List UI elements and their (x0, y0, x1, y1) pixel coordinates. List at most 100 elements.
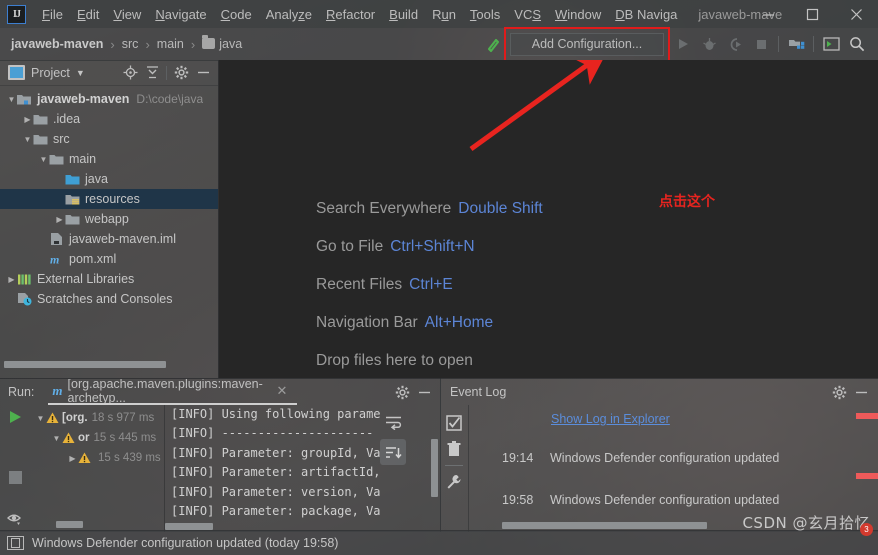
window-controls (746, 0, 878, 28)
menu-item-tools[interactable]: Tools (463, 4, 507, 25)
close-button[interactable] (834, 0, 878, 28)
collapse-all-icon[interactable] (141, 62, 163, 84)
event-log-horizontal-scrollbar[interactable] (502, 522, 707, 529)
delete-icon[interactable] (442, 436, 466, 462)
chevron-right-icon[interactable]: ▶ (6, 275, 17, 284)
menu-item-analyze[interactable]: Analyze (259, 4, 319, 25)
event-log-header: Event Log (440, 379, 878, 405)
chevron-right-icon[interactable]: ▶ (22, 115, 33, 124)
locate-icon[interactable] (119, 62, 141, 84)
run-tree-row[interactable]: ▼ or 15 s 445 ms (30, 428, 164, 448)
error-stripe-marker-2[interactable] (856, 473, 878, 479)
chevron-down-icon[interactable]: ▼ (35, 414, 46, 423)
event-message: Windows Defender configuration updated (550, 493, 780, 507)
breadcrumb-item-java[interactable]: java (200, 35, 244, 53)
settings-gear-icon[interactable] (828, 381, 850, 403)
select-run-config-icon[interactable] (818, 31, 844, 57)
menu-item-code[interactable]: Code (214, 4, 259, 25)
show-log-in-explorer-link[interactable]: Show Log in Explorer (551, 412, 670, 426)
tree-row[interactable]: resources (0, 189, 218, 209)
menu-item-file[interactable]: File (35, 4, 70, 25)
console-vertical-scrollbar[interactable] (431, 439, 438, 497)
sync-project-icon[interactable] (783, 31, 809, 57)
hide-panel-icon[interactable] (850, 381, 872, 403)
search-everywhere-icon[interactable] (844, 31, 870, 57)
event-log-row[interactable]: 19:14 Windows Defender configuration upda… (502, 451, 779, 465)
hide-panel-icon[interactable] (413, 381, 435, 403)
close-tab-icon[interactable]: ✕ (277, 383, 288, 399)
minimize-button[interactable] (746, 0, 790, 28)
menu-item-navigate[interactable]: Navigate (148, 4, 213, 25)
stop-icon[interactable] (748, 31, 774, 57)
project-panel-title: Project (31, 65, 70, 80)
layout-icon[interactable] (7, 536, 24, 550)
run-tree-label: [org. (62, 412, 88, 424)
tree-row[interactable]: Scratches and Consoles (0, 289, 218, 309)
menu-item-db-naviga[interactable]: DB Naviga (608, 4, 684, 25)
run-icon[interactable] (670, 31, 696, 57)
menu-item-build[interactable]: Build (382, 4, 425, 25)
menu-bar: File Edit View Navigate Code Analyze Refactor B… (35, 4, 684, 25)
chevron-down-icon[interactable]: ▼ (76, 68, 85, 78)
sort-icon[interactable] (380, 439, 406, 465)
event-log-list[interactable]: Show Log in Explorer 19:14 Windows Defend… (469, 405, 878, 532)
hint-action: Search Everywhere (316, 200, 452, 217)
chevron-down-icon[interactable]: ▼ (22, 135, 33, 144)
chevron-right-icon[interactable]: ▶ (54, 215, 65, 224)
folder-icon (33, 112, 48, 127)
add-configuration-button[interactable]: Add Configuration... (510, 32, 664, 56)
run-tree-row[interactable]: ▼ [org. 18 s 977 ms (30, 408, 164, 428)
project-icon (8, 65, 25, 80)
run-tree-duration: 15 s 439 ms (98, 452, 161, 464)
settings-wrench-icon[interactable] (442, 469, 466, 495)
editor-empty-area[interactable]: Search Everywhere Double Shift Go to File C… (218, 60, 878, 378)
error-stripe-marker-1[interactable] (856, 413, 878, 419)
tree-row[interactable]: ▼ src (0, 129, 218, 149)
breadcrumb-item-src[interactable]: src (120, 35, 141, 53)
tree-row[interactable]: javaweb-maven.iml (0, 229, 218, 249)
settings-gear-icon[interactable] (391, 381, 413, 403)
menu-item-edit[interactable]: Edit (70, 4, 106, 25)
wrap-text-icon[interactable] (380, 409, 406, 435)
rerun-icon[interactable] (0, 409, 30, 425)
build-hammer-icon[interactable] (480, 31, 506, 57)
tree-row[interactable]: m pom.xml (0, 249, 218, 269)
run-tree-scrollbar[interactable] (56, 521, 83, 528)
event-log-row[interactable]: 19:58 Windows Defender configuration upda… (502, 493, 779, 507)
menu-item-run[interactable]: Run (425, 4, 463, 25)
tree-row[interactable]: ▶ webapp (0, 209, 218, 229)
menu-item-refactor[interactable]: Refactor (319, 4, 382, 25)
tree-row[interactable]: ▶ .idea (0, 109, 218, 129)
project-horizontal-scrollbar[interactable] (4, 361, 166, 368)
hint-action: Recent Files (316, 276, 403, 293)
tree-row[interactable]: java (0, 169, 218, 189)
menu-item-vcs[interactable]: VCS (507, 4, 548, 25)
run-tree[interactable]: ▼ [org. 18 s 977 ms ▼ or 15 s 445 ms ▶ 15 s 439… (30, 405, 165, 532)
hide-panel-icon[interactable] (192, 62, 214, 84)
chevron-right-icon[interactable]: ▶ (67, 454, 78, 463)
run-panel-header: Run: m [org.apache.maven.plugins:maven-a… (0, 379, 440, 405)
settings-gear-icon[interactable] (170, 62, 192, 84)
menu-item-window[interactable]: Window (548, 4, 608, 25)
console-horizontal-scrollbar[interactable] (165, 523, 213, 530)
stop-icon[interactable] (0, 471, 30, 484)
chevron-down-icon[interactable]: ▼ (6, 95, 17, 104)
run-with-coverage-icon[interactable] (722, 31, 748, 57)
menu-item-view[interactable]: View (106, 4, 148, 25)
breadcrumb-item-main[interactable]: main (155, 35, 186, 53)
show-console-eye-icon[interactable] (0, 512, 30, 526)
maven-icon: m (52, 383, 63, 398)
debug-icon[interactable] (696, 31, 722, 57)
maximize-button[interactable] (790, 0, 834, 28)
tree-row[interactable]: ▼ main (0, 149, 218, 169)
chevron-down-icon[interactable]: ▼ (51, 434, 62, 443)
tree-row[interactable]: ▶ External Libraries (0, 269, 218, 289)
run-tree-row[interactable]: ▶ 15 s 439 ms (30, 448, 164, 468)
project-panel-title-group[interactable]: Project ▼ (0, 65, 85, 80)
status-bar: Windows Defender configuration updated (… (0, 530, 878, 555)
breadcrumb-item-javaweb-maven[interactable]: javaweb-maven (9, 35, 105, 53)
tree-row[interactable]: ▼ javaweb-maven D:\code\java (0, 89, 218, 109)
mark-all-read-icon[interactable] (442, 410, 466, 436)
project-tree[interactable]: ▼ javaweb-maven D:\code\java ▶ .idea ▼ src ▼ mai… (0, 86, 218, 309)
chevron-down-icon[interactable]: ▼ (38, 155, 49, 164)
